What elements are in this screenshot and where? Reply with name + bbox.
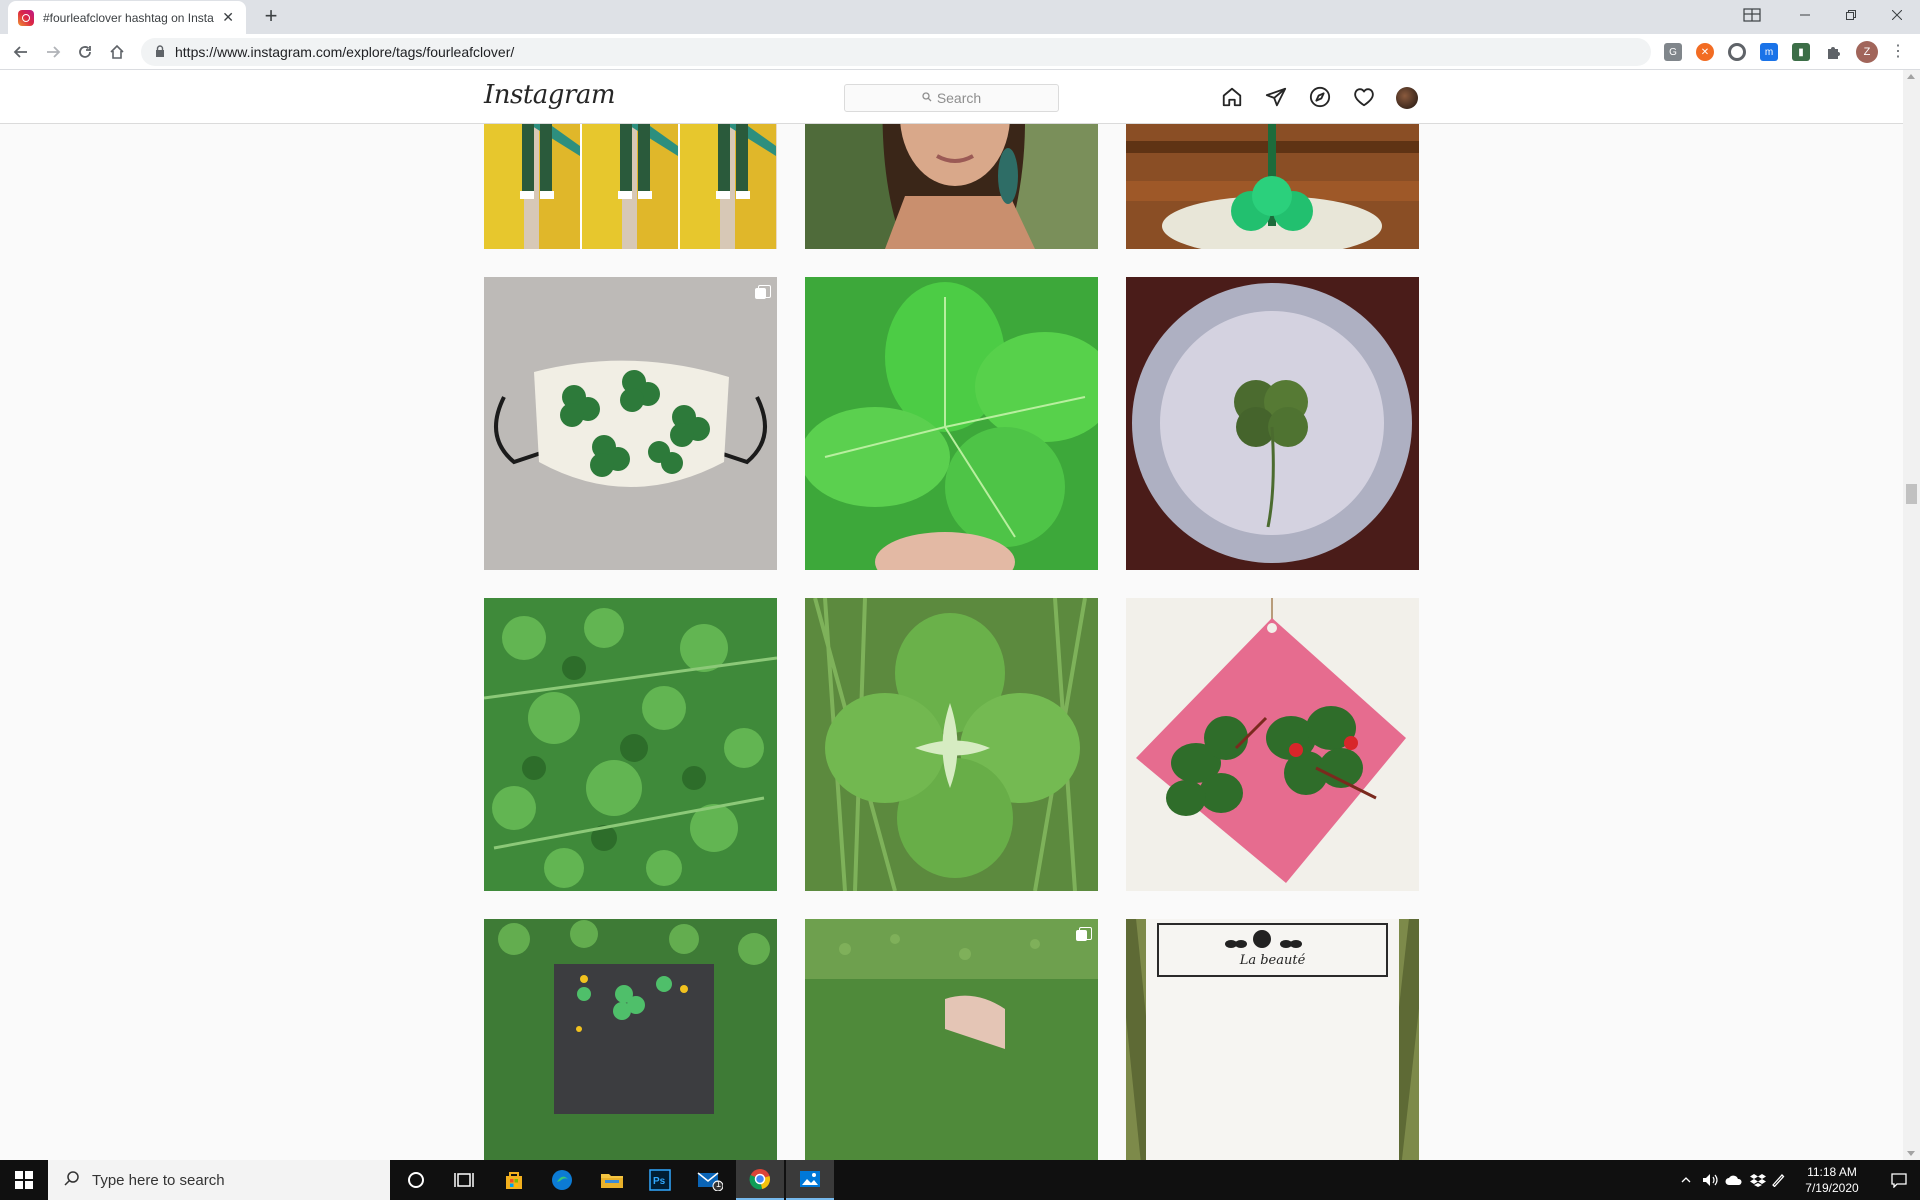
extension-green-icon[interactable]: ▮ [1792, 43, 1810, 61]
extensions-puzzle-icon[interactable] [1824, 43, 1842, 61]
post-clover-in-grass[interactable] [805, 598, 1098, 891]
page-scrollbar[interactable] [1903, 70, 1920, 1160]
post-clover-face-mask[interactable] [484, 277, 777, 570]
taskbar-search-icon [64, 1170, 80, 1190]
window-controls [1722, 0, 1920, 30]
clock-date: 7/19/2020 [1805, 1181, 1859, 1195]
restore-window-icon[interactable] [1828, 0, 1874, 30]
search-input[interactable]: Search [844, 84, 1059, 112]
tray-overflow-chevron-icon[interactable] [1676, 1160, 1696, 1200]
tab-title: #fourleafclover hashtag on Instagram [43, 10, 214, 25]
post-clover-patch[interactable] [484, 598, 777, 891]
pen-ink-icon[interactable] [1770, 1160, 1786, 1200]
tab-search-layout-icon[interactable] [1722, 0, 1782, 30]
taskbar-search-placeholder: Type here to search [92, 1171, 225, 1189]
close-window-icon[interactable] [1874, 0, 1920, 30]
lock-icon [155, 44, 165, 60]
extension-blue-icon[interactable]: m [1760, 43, 1778, 61]
search-placeholder: Search [936, 90, 982, 106]
photoshop-icon[interactable]: Ps [636, 1160, 684, 1200]
taskbar-clock[interactable]: 11:18 AM 7/19/2020 [1786, 1164, 1878, 1196]
post-green-balloon-clover[interactable] [1126, 124, 1419, 249]
tab-close-icon[interactable]: ✕ [220, 9, 236, 26]
home-browser-icon[interactable] [105, 40, 129, 64]
instagram-header: Instagram Search [0, 70, 1903, 124]
scrollbar-thumb[interactable] [1906, 484, 1917, 504]
scroll-up-arrow-icon[interactable] [1907, 74, 1915, 79]
post-felt-clover-ladybug-tag[interactable] [1126, 598, 1419, 891]
file-explorer-icon[interactable] [588, 1160, 636, 1200]
post-la-beaute-card[interactable]: La beauté [1126, 919, 1419, 1160]
cortana-icon[interactable] [392, 1160, 440, 1200]
microsoft-store-icon[interactable] [490, 1160, 538, 1200]
new-tab-button[interactable]: + [258, 4, 284, 30]
grammarly-icon[interactable]: G [1664, 43, 1682, 61]
instagram-logo[interactable]: Instagram [484, 80, 616, 110]
volume-icon[interactable] [1698, 1160, 1722, 1200]
taskbar-search-box[interactable]: Type here to search [48, 1160, 390, 1200]
instagram-favicon-icon [18, 9, 34, 26]
svg-text:Ps: Ps [653, 1176, 666, 1187]
clock-time: 11:18 AM [1807, 1165, 1857, 1179]
extension-circle-icon[interactable] [1728, 43, 1746, 61]
photos-app-icon[interactable] [786, 1160, 834, 1200]
post-hand-holding-clover[interactable] [805, 919, 1098, 1160]
post-pressed-clover-lamp[interactable] [1126, 277, 1419, 570]
home-icon[interactable] [1220, 85, 1244, 109]
profile-avatar[interactable] [1396, 87, 1418, 109]
browser-tab-strip: #fourleafclover hashtag on Instagram ✕ + [0, 0, 1920, 34]
notifications-icon[interactable] [1878, 1160, 1920, 1200]
forward-arrow-icon[interactable] [41, 40, 65, 64]
windows-start-icon[interactable] [0, 1160, 48, 1200]
activity-heart-icon[interactable] [1352, 85, 1376, 109]
minimize-window-icon[interactable] [1782, 0, 1828, 30]
browser-tab-active[interactable]: #fourleafclover hashtag on Instagram ✕ [8, 1, 246, 34]
chrome-profile-avatar[interactable]: Z [1856, 41, 1878, 63]
chrome-taskbar-icon[interactable] [736, 1160, 784, 1200]
carousel-multiple-icon [1076, 927, 1092, 941]
edge-icon[interactable] [538, 1160, 586, 1200]
onedrive-cloud-icon[interactable] [1722, 1160, 1746, 1200]
honey-icon[interactable]: ✕ [1696, 43, 1714, 61]
dropbox-icon[interactable] [1746, 1160, 1770, 1200]
scroll-down-arrow-icon[interactable] [1907, 1151, 1915, 1156]
address-bar[interactable]: https://www.instagram.com/explore/tags/f… [141, 38, 1651, 66]
url-text: https://www.instagram.com/explore/tags/f… [175, 44, 515, 60]
explore-icon[interactable] [1308, 85, 1332, 109]
post-four-leaf-clover-closeup[interactable] [805, 277, 1098, 570]
mail-icon[interactable]: 1 [686, 1160, 734, 1200]
reload-icon[interactable] [73, 40, 97, 64]
back-arrow-icon[interactable] [9, 40, 33, 64]
post-woman-straw-hat-selfie[interactable] [805, 124, 1098, 249]
browser-toolbar: https://www.instagram.com/explore/tags/f… [0, 34, 1920, 70]
direct-icon[interactable] [1264, 85, 1288, 109]
la-beaute-text: La beauté [1239, 953, 1306, 968]
windows-taskbar: Type here to search Ps 1 11:18 AM 7/19/2… [0, 1160, 1920, 1200]
post-man-yellow-flowers-triptych[interactable] [484, 124, 777, 249]
carousel-multiple-icon [755, 285, 771, 299]
explore-tag-feed: La beauté [0, 124, 1903, 1160]
chrome-menu-icon[interactable]: ⋮ [1888, 40, 1908, 64]
task-view-icon[interactable] [440, 1160, 488, 1200]
post-clover-painting[interactable] [484, 919, 777, 1160]
mail-badge: 1 [716, 1179, 722, 1189]
search-icon [922, 91, 932, 105]
